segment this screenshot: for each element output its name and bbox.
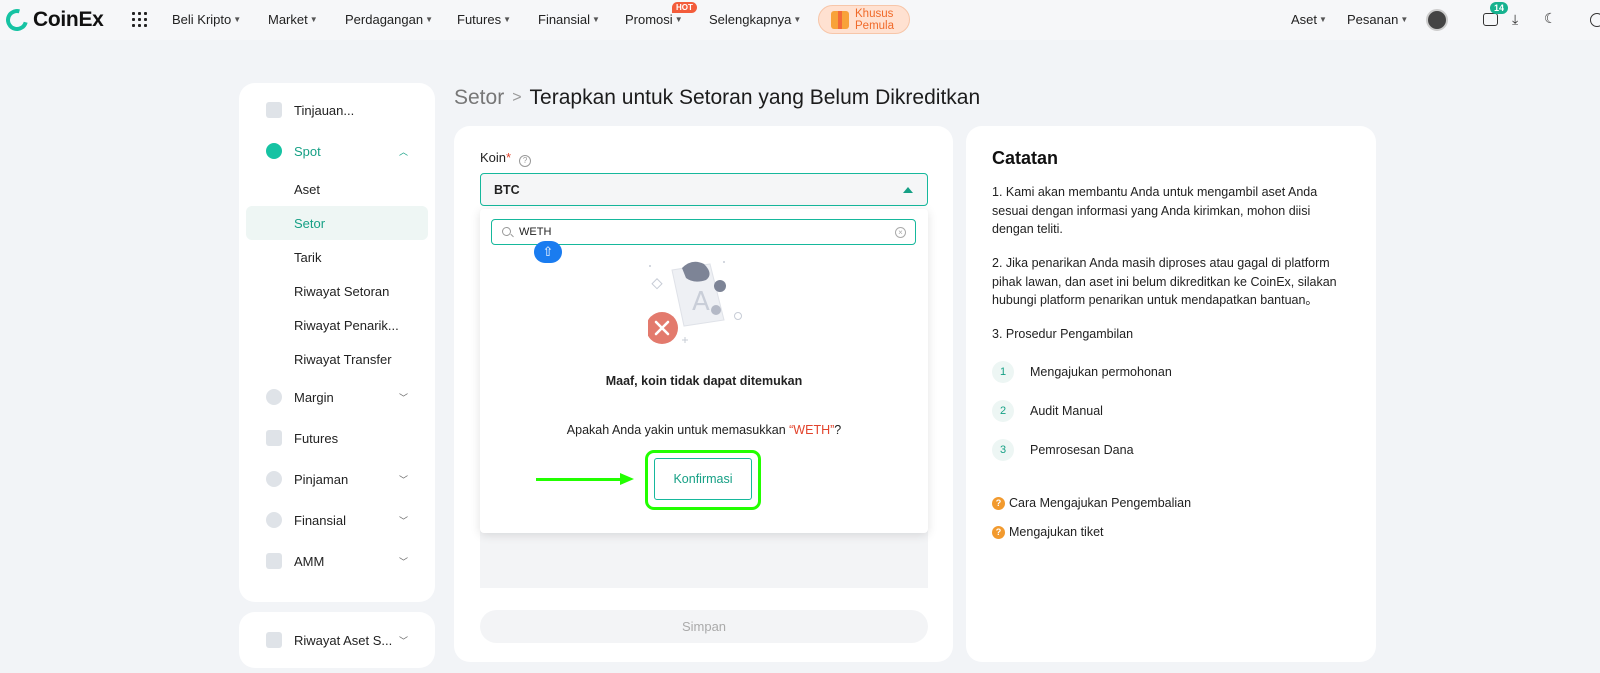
spot-icon xyxy=(266,143,282,159)
coinex-logo[interactable]: CoinEx xyxy=(1,4,104,36)
save-button[interactable]: Simpan xyxy=(480,610,928,643)
entered-coin-value: “WETH” xyxy=(789,423,835,437)
chevron-down-icon: ﹀ xyxy=(399,635,409,646)
avatar-icon[interactable] xyxy=(1426,9,1448,31)
nav-promosi[interactable]: Promosi ▼ xyxy=(625,12,683,27)
promo-beginner-button[interactable]: Khusus Pemula xyxy=(818,5,910,34)
caret-up-icon xyxy=(903,187,913,193)
language-icon[interactable] xyxy=(1590,13,1600,27)
question-icon: ? xyxy=(992,496,1005,510)
sidebar-item-riwayat-transfer[interactable]: Riwayat Transfer xyxy=(239,342,435,376)
not-found-illustration: A xyxy=(648,261,742,344)
sidebar-item-amm[interactable]: AMM ﹀ xyxy=(239,544,435,578)
pointer-arrow-line xyxy=(536,478,622,481)
notes-card: Catatan 1. Kami akan membantu Anda untuk… xyxy=(966,126,1376,662)
amm-icon xyxy=(266,553,282,569)
step-3: 3 Pemrosesan Dana xyxy=(992,439,1134,461)
input-method-icon[interactable]: ⇧ xyxy=(534,241,562,263)
download-icon[interactable]: ⤓ xyxy=(1512,11,1518,28)
sidebar-item-aset[interactable]: Aset xyxy=(239,172,435,206)
note-paragraph-3: 3. Prosedur Pengambilan xyxy=(992,327,1134,341)
step-2: 2 Audit Manual xyxy=(992,400,1103,422)
sidebar-item-riwayat-setoran[interactable]: Riwayat Setoran xyxy=(239,274,435,308)
top-navigation: CoinEx Beli Kripto ▼ Market ▼ Perdagangan ▼… xyxy=(0,0,1600,40)
coin-label: Koin*? xyxy=(480,150,532,167)
nav-pesanan[interactable]: Pesanan ▼ xyxy=(1347,12,1408,27)
notes-title: Catatan xyxy=(992,148,1059,168)
sidebar-item-riwayat-penarikan[interactable]: Riwayat Penarik... xyxy=(239,308,435,342)
sidebar-bottom: Riwayat Aset S... ﹀ xyxy=(239,612,435,668)
nav-selengkapnya[interactable]: Selengkapnya ▼ xyxy=(709,12,801,27)
chevron-down-icon: ﹀ xyxy=(399,474,409,485)
coin-select[interactable]: BTC xyxy=(480,173,928,206)
finance-icon xyxy=(266,512,282,528)
apps-grid-icon[interactable] xyxy=(132,12,147,27)
nav-finansial[interactable]: Finansial ▼ xyxy=(538,12,600,27)
sidebar-item-tinjauan[interactable]: Tinjauan... xyxy=(239,93,435,127)
nav-futures[interactable]: Futures ▼ xyxy=(457,12,511,27)
breadcrumb-setor[interactable]: Setor xyxy=(454,86,504,109)
dark-mode-icon[interactable]: ☾ xyxy=(1544,10,1557,27)
search-icon xyxy=(502,227,511,236)
faq-link-refund[interactable]: ? Cara Mengajukan Pengembalian xyxy=(992,496,1191,510)
logo-icon xyxy=(1,4,33,36)
clear-icon[interactable]: × xyxy=(895,227,906,238)
sidebar-item-margin[interactable]: Margin ﹀ xyxy=(239,380,435,414)
confirm-button[interactable]: Konfirmasi xyxy=(654,458,752,500)
svg-text:A: A xyxy=(692,287,710,317)
message-count-badge: 14 xyxy=(1490,2,1509,14)
futures-icon xyxy=(266,430,282,446)
message-icon[interactable] xyxy=(1483,13,1498,26)
nav-perdagangan[interactable]: Perdagangan ▼ xyxy=(345,12,433,27)
faq-link-ticket[interactable]: ? Mengajukan tiket xyxy=(992,525,1104,539)
not-found-message: Maaf, koin tidak dapat ditemukan xyxy=(605,374,803,388)
pointer-arrow-head xyxy=(620,473,634,485)
promo-line-2: Pemula xyxy=(855,19,894,32)
sidebar-item-futures[interactable]: Futures xyxy=(239,421,435,455)
margin-icon xyxy=(266,389,282,405)
overview-icon xyxy=(266,102,282,118)
hot-badge: HOT xyxy=(672,2,697,13)
chevron-right-icon: > xyxy=(512,89,522,106)
sidebar-item-finansial[interactable]: Finansial ﹀ xyxy=(239,503,435,537)
asset-history-icon xyxy=(266,632,282,648)
breadcrumb: Setor > Terapkan untuk Setoran yang Belum … xyxy=(454,86,980,110)
chevron-up-icon: ︿ xyxy=(399,146,409,157)
nav-market[interactable]: Market ▼ xyxy=(268,12,318,27)
nav-beli-kripto[interactable]: Beli Kripto ▼ xyxy=(172,12,241,27)
coin-search-input[interactable] xyxy=(519,226,879,238)
sidebar-item-pinjaman[interactable]: Pinjaman ﹀ xyxy=(239,462,435,496)
note-paragraph-2: 2. Jika penarikan Anda masih diproses at… xyxy=(992,256,1337,307)
sidebar-item-tarik[interactable]: Tarik xyxy=(239,240,435,274)
form-field-placeholder xyxy=(480,526,928,588)
selected-coin: BTC xyxy=(494,183,520,197)
note-paragraph-1: 1. Kami akan membantu Anda untuk mengamb… xyxy=(992,185,1318,236)
chevron-down-icon: ﹀ xyxy=(399,556,409,567)
chevron-down-icon: ﹀ xyxy=(399,515,409,526)
sidebar: Tinjauan... Spot ︿ Aset Setor Tarik Riwa… xyxy=(239,83,435,602)
question-icon: ? xyxy=(992,525,1005,539)
step-1: 1 Mengajukan permohonan xyxy=(992,361,1172,383)
gift-icon xyxy=(831,10,849,29)
sidebar-item-riwayat-aset[interactable]: Riwayat Aset S... ﹀ xyxy=(239,623,435,657)
sidebar-item-setor[interactable]: Setor xyxy=(246,206,428,240)
logo-text: CoinEx xyxy=(33,8,104,31)
confirm-question: Apakah Anda yakin untuk memasukkan “WETH… xyxy=(566,423,842,437)
sidebar-item-spot[interactable]: Spot ︿ xyxy=(239,134,435,168)
page-title: Terapkan untuk Setoran yang Belum Dikred… xyxy=(529,86,981,109)
loan-icon xyxy=(266,471,282,487)
chevron-down-icon: ﹀ xyxy=(399,392,409,403)
help-icon[interactable]: ? xyxy=(519,155,532,167)
promo-line-1: Khusus xyxy=(855,7,894,20)
nav-aset[interactable]: Aset ▼ xyxy=(1291,12,1327,27)
